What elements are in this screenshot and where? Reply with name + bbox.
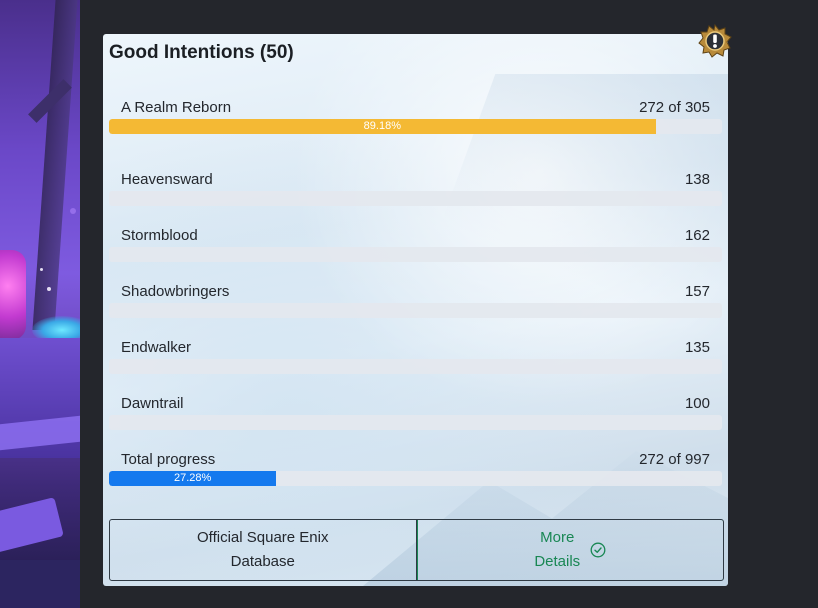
row-value-dawntrail: 100	[684, 395, 710, 412]
action-button-group: Official Square Enix Database More Detai…	[109, 519, 724, 581]
row-value-a-realm-reborn: 272 of 305	[639, 99, 710, 116]
tile-art	[0, 560, 80, 608]
progress-bar-stormblood	[109, 247, 722, 262]
progress-bar-dawntrail	[109, 415, 722, 430]
official-database-label: Official Square Enix Database	[197, 529, 329, 570]
sparkle-art	[40, 268, 43, 271]
progress-bar-endwalker	[109, 359, 722, 374]
sparkle-art	[70, 208, 76, 214]
row-label-total-progress: Total progress	[121, 451, 216, 468]
row-label-heavensward: Heavensward	[121, 171, 213, 188]
progress-fill-total: 27.28%	[109, 471, 277, 486]
background-artwork	[0, 0, 80, 608]
row-label-stormblood: Stormblood	[121, 227, 198, 244]
card-title: Good Intentions (50)	[109, 42, 294, 63]
row-value-stormblood: 162	[684, 227, 710, 244]
official-database-button[interactable]: Official Square Enix Database	[110, 520, 417, 580]
progress-bar-heavensward	[109, 191, 722, 206]
tree-trunk-art	[32, 0, 78, 330]
row-value-endwalker: 135	[684, 339, 710, 356]
alert-exclamation-icon[interactable]	[698, 24, 732, 58]
check-circle-icon	[590, 542, 606, 558]
progress-bar-total: 27.28%	[109, 471, 722, 486]
row-value-total-progress: 272 of 997	[639, 451, 710, 468]
tile-art	[0, 497, 64, 553]
row-label-dawntrail: Dawntrail	[121, 395, 184, 412]
row-label-a-realm-reborn: A Realm Reborn	[121, 99, 232, 116]
row-value-heavensward: 138	[684, 171, 710, 188]
more-details-button[interactable]: More Details	[416, 520, 723, 580]
glow-art	[0, 250, 26, 340]
progress-fill-a-realm-reborn: 89.18%	[109, 119, 656, 134]
more-details-label: More Details	[534, 529, 581, 570]
progress-bar-a-realm-reborn: 89.18%	[109, 119, 722, 134]
achievement-card: Good Intentions (50) A Realm Reborn 272 …	[103, 34, 728, 586]
row-value-shadowbringers: 157	[684, 283, 710, 300]
progress-bar-shadowbringers	[109, 303, 722, 318]
row-label-shadowbringers: Shadowbringers	[121, 283, 230, 300]
row-label-endwalker: Endwalker	[121, 339, 192, 356]
sparkle-art	[47, 287, 51, 291]
